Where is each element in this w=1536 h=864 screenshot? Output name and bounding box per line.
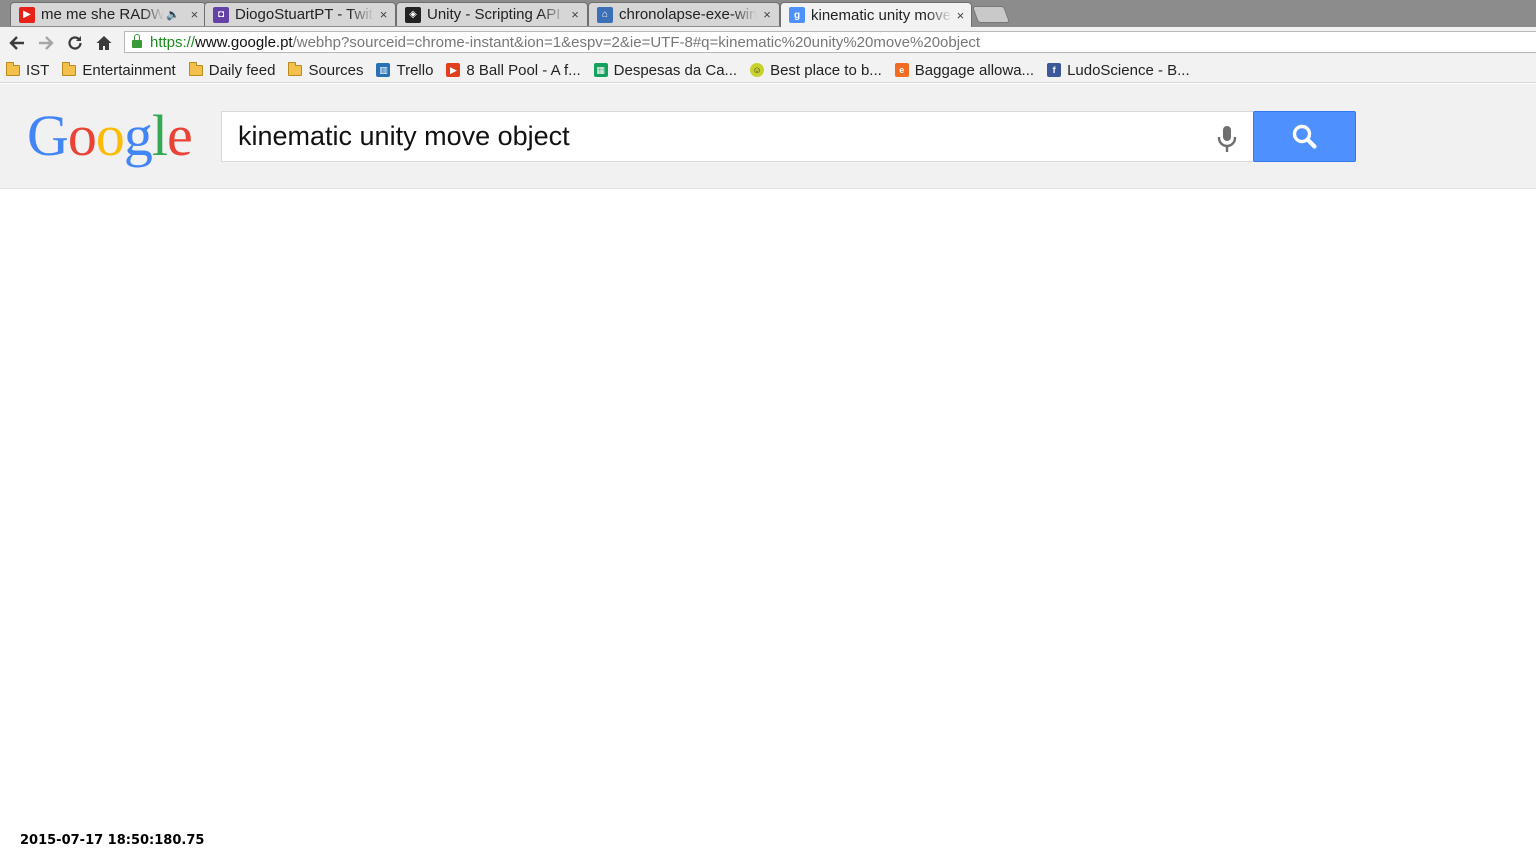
folder-icon: [62, 61, 77, 76]
bookmark-ludoscience[interactable]: f LudoScience - B...: [1047, 62, 1190, 79]
tab-title: me me she RADWIMPS: [41, 6, 165, 23]
bookmark-label: 8 Ball Pool - A f...: [466, 61, 581, 79]
google-icon: g: [789, 7, 805, 23]
facebook-icon: f: [1047, 63, 1062, 77]
smiley-icon: ☺: [750, 63, 765, 77]
bookmark-best-place[interactable]: ☺ Best place to b...: [750, 62, 882, 79]
search-icon: [1292, 124, 1317, 149]
tab-title: chronolapse-exe-win: [619, 6, 758, 23]
tab-unity[interactable]: ◈ Unity - Scripting API ×: [396, 2, 588, 26]
forward-button[interactable]: [35, 32, 57, 54]
e-icon: e: [894, 63, 909, 77]
chronolapse-icon: ⌂: [597, 6, 613, 23]
lock-icon: [132, 34, 142, 48]
tab-close-icon[interactable]: ×: [761, 7, 773, 22]
bookmark-label: Daily feed: [208, 61, 276, 79]
trello-icon: ▥: [376, 63, 391, 77]
bookmark-ist[interactable]: IST: [6, 61, 50, 79]
folder-icon: [188, 61, 203, 76]
search-box: [221, 111, 1254, 162]
tab-chronolapse[interactable]: ⌂ chronolapse-exe-win ×: [588, 2, 780, 26]
bookmark-label: Best place to b...: [770, 61, 882, 79]
tab-strip: ▶ me me she RADWIMPS 🔈 × ◘ DiogoStuartPT…: [0, 0, 1536, 27]
logo-letter: o: [95, 103, 125, 168]
tab-close-icon[interactable]: ×: [569, 7, 581, 22]
twitch-icon: ◘: [213, 6, 229, 23]
play-icon: ▶: [446, 63, 461, 77]
tab-twitch[interactable]: ◘ DiogoStuartPT - Twitch ×: [204, 2, 396, 26]
tab-title: Unity - Scripting API: [427, 6, 561, 23]
back-arrow-icon: [9, 36, 24, 50]
tab-close-icon[interactable]: ×: [378, 7, 389, 22]
logo-letter: e: [167, 103, 193, 168]
bookmark-8-ball-pool[interactable]: ▶ 8 Ball Pool - A f...: [446, 61, 581, 79]
logo-letter: o: [67, 103, 97, 168]
tab-youtube[interactable]: ▶ me me she RADWIMPS 🔈 ×: [10, 2, 206, 26]
bookmark-despesas[interactable]: ▦ Despesas da Ca...: [593, 61, 738, 79]
microphone-icon[interactable]: [1211, 123, 1243, 155]
google-logo[interactable]: Google: [27, 103, 193, 168]
bookmark-label: Entertainment: [82, 61, 176, 79]
bookmark-sources[interactable]: Sources: [288, 61, 364, 79]
bookmark-label: Trello: [396, 61, 434, 79]
reload-icon: [68, 36, 82, 50]
youtube-icon: ▶: [19, 6, 35, 23]
search-input[interactable]: [238, 121, 1188, 152]
tab-close-icon[interactable]: ×: [956, 8, 965, 23]
search-button[interactable]: [1253, 111, 1356, 162]
tab-title: kinematic unity move object: [811, 6, 952, 24]
folder-icon: [6, 61, 20, 76]
new-tab-button[interactable]: [971, 6, 1011, 23]
bookmark-trello[interactable]: ▥ Trello: [376, 62, 433, 79]
back-button[interactable]: [6, 32, 28, 54]
logo-letter: g: [123, 103, 153, 168]
bookmark-label: IST: [26, 61, 50, 79]
unity-icon: ◈: [405, 6, 421, 23]
sheets-icon: ▦: [593, 63, 608, 77]
forward-arrow-icon: [39, 36, 54, 50]
google-header: Google: [0, 84, 1536, 189]
reload-button[interactable]: [64, 32, 86, 54]
bookmark-entertainment[interactable]: Entertainment: [62, 61, 176, 79]
bookmark-label: Sources: [308, 61, 364, 79]
address-bar[interactable]: https://www.google.pt/webhp?sourceid=chr…: [124, 31, 1536, 53]
bookmark-baggage[interactable]: e Baggage allowa...: [894, 61, 1035, 79]
folder-icon: [288, 61, 303, 76]
home-button[interactable]: [93, 32, 115, 54]
bookmarks-bar: IST Entertainment Daily feed Sources ▥ T…: [0, 58, 1536, 83]
speaker-icon: 🔈: [166, 9, 180, 21]
home-icon: [96, 36, 112, 50]
tab-title: DiogoStuartPT - Twitch: [235, 6, 375, 23]
timestamp-overlay: 2015-07-17 18:50:180.75: [20, 833, 205, 848]
tab-google-active[interactable]: g kinematic unity move object ×: [780, 2, 972, 27]
bookmark-label: Despesas da Ca...: [613, 61, 738, 79]
bookmark-label: LudoScience - B...: [1067, 61, 1190, 79]
logo-letter: l: [151, 103, 168, 168]
browser-toolbar: https://www.google.pt/webhp?sourceid=chr…: [0, 27, 1536, 58]
logo-letter: G: [27, 103, 69, 168]
bookmark-label: Baggage allowa...: [914, 61, 1035, 79]
bookmark-daily-feed[interactable]: Daily feed: [188, 61, 276, 79]
url-scheme: https://: [150, 33, 196, 51]
tab-close-icon[interactable]: ×: [190, 7, 199, 22]
url-host: www.google.pt: [195, 33, 293, 51]
url-path: /webhp?sourceid=chrome-instant&ion=1&esp…: [292, 33, 981, 51]
